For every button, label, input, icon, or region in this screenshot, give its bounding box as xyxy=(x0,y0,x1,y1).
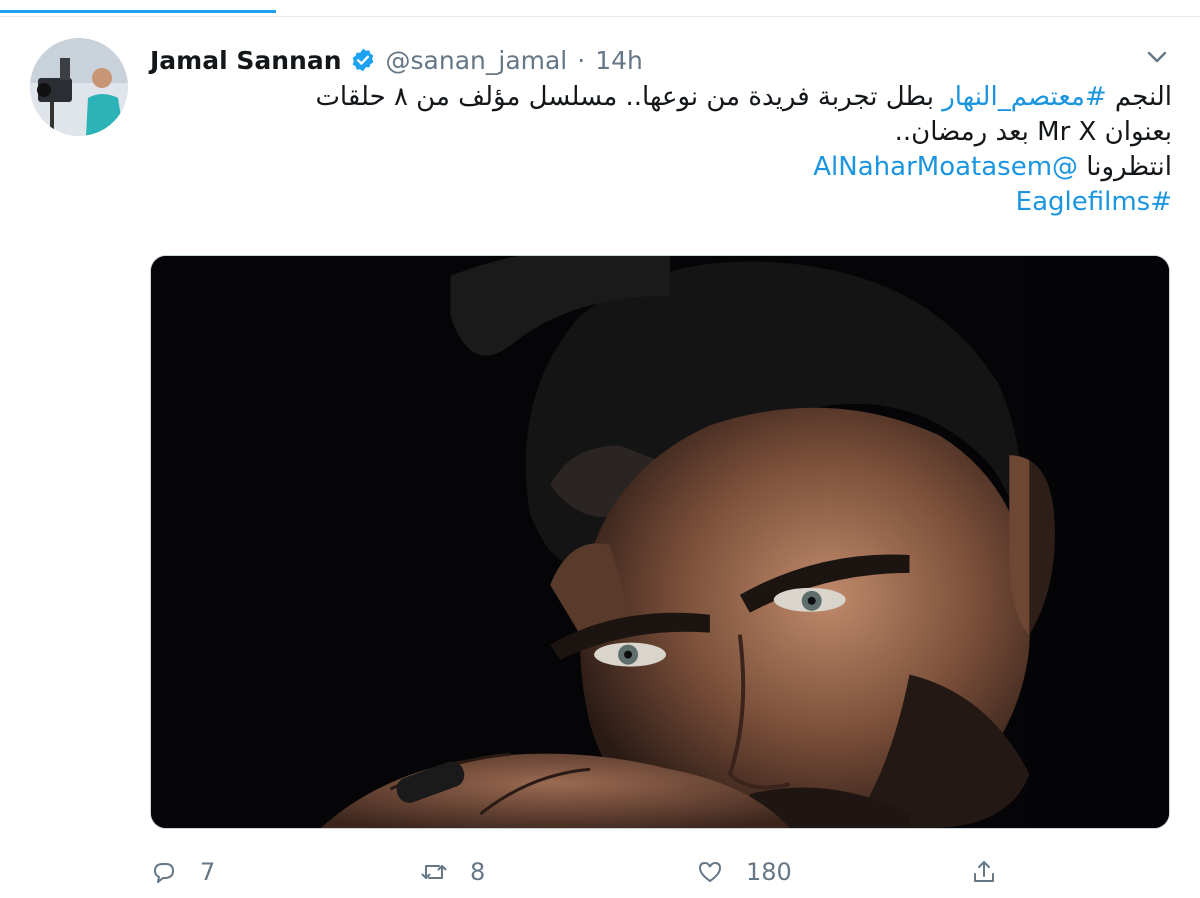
heart-icon xyxy=(696,858,724,886)
tweet-text: النجم #معتصم_النهار بطل تجربة فريدة من ن… xyxy=(200,80,1172,220)
tweet-text-prefix: النجم xyxy=(1106,82,1172,112)
like-button[interactable]: 180 xyxy=(696,850,792,894)
reply-button[interactable]: 7 xyxy=(150,850,215,894)
tweet-text-suffix: بطل تجربة فريدة من نوعها.. مسلسل مؤلف من… xyxy=(315,82,943,112)
tweet-header: Jamal Sannan @sanan_jamal · 14h xyxy=(150,40,643,80)
mention-link[interactable]: @AlNaharMoatasem xyxy=(813,152,1078,182)
tweet-text-wait: انتظرونا xyxy=(1078,152,1172,182)
top-bar xyxy=(0,0,1200,17)
tab-indicator xyxy=(0,10,276,13)
retweet-button[interactable]: 8 xyxy=(420,850,485,894)
author-name[interactable]: Jamal Sannan xyxy=(150,46,342,75)
avatar[interactable] xyxy=(30,38,128,136)
tweet-time[interactable]: 14h xyxy=(595,46,643,75)
tweet-line-3: انتظرونا @AlNaharMoatasem xyxy=(200,150,1172,185)
reply-icon xyxy=(150,858,178,886)
tweet-actions: 7 8 180 xyxy=(150,850,1010,894)
share-button[interactable] xyxy=(970,850,998,894)
tweet-media-photo[interactable] xyxy=(150,255,1170,829)
separator-dot: · xyxy=(577,45,586,75)
author-handle[interactable]: @sanan_jamal xyxy=(386,46,568,75)
retweet-count: 8 xyxy=(470,858,486,886)
portrait-photo xyxy=(151,256,1169,828)
hashtag-link[interactable]: #معتصم_النهار xyxy=(942,82,1106,112)
hashtag-link-eaglefilms[interactable]: #Eaglefilms xyxy=(1016,187,1172,217)
reply-count: 7 xyxy=(200,858,216,886)
chevron-down-icon[interactable] xyxy=(1142,42,1172,72)
like-count: 180 xyxy=(746,858,792,886)
tweet-line-4: #Eaglefilms xyxy=(200,185,1172,220)
verified-badge-icon xyxy=(350,47,376,73)
share-icon xyxy=(970,858,998,886)
tweet-line-2: بعنوان Mr X بعد رمضان.. xyxy=(894,117,1172,147)
avatar-image xyxy=(30,38,128,136)
tweet-line-1: النجم #معتصم_النهار بطل تجربة فريدة من ن… xyxy=(200,80,1172,115)
retweet-icon xyxy=(420,858,448,886)
